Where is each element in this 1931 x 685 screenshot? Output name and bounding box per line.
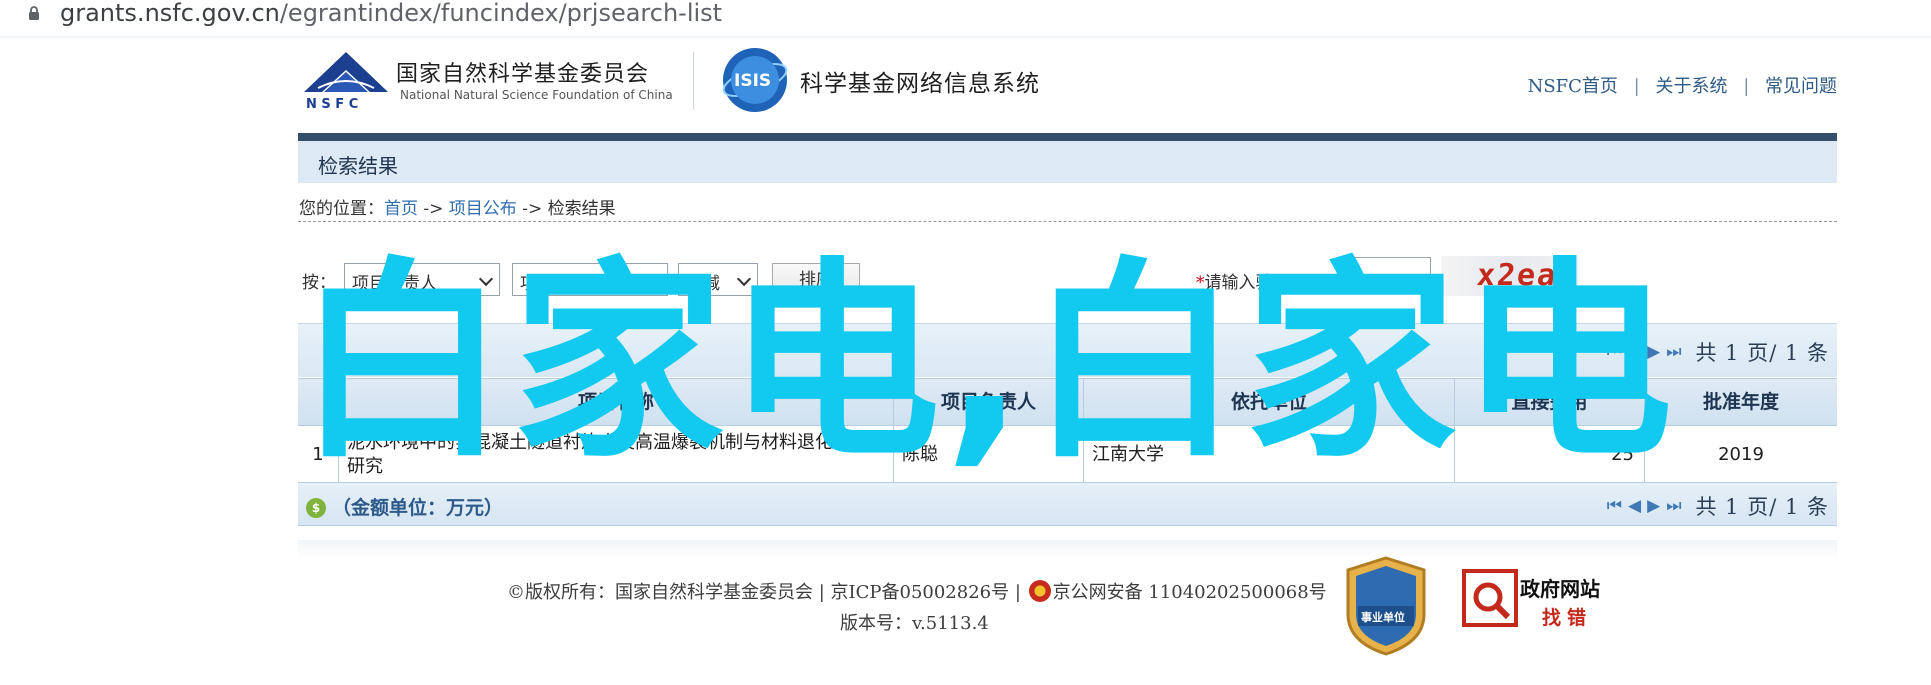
overlay-watermark-text: 白家电,白家电	[296, 239, 1677, 486]
nsfc-logo-text: N S F C	[306, 97, 358, 112]
breadcrumb-current: 检索结果	[547, 199, 616, 219]
lock-icon	[29, 6, 39, 20]
pager-nav-icons[interactable]: ⏮◀▶⏭	[1607, 496, 1688, 516]
isis-logo-icon[interactable]: ISIS	[720, 45, 790, 115]
url-domain: grants.nsfc.gov.cn	[60, 0, 280, 27]
money-icon: $	[306, 498, 326, 518]
institution-badge-text: 事业单位	[1361, 610, 1405, 624]
section-header: 检索结果	[298, 141, 1837, 183]
breadcrumb-home[interactable]: 首页	[384, 199, 418, 219]
breadcrumb-separator: ->	[418, 199, 449, 219]
isis-logo-text: ISIS	[734, 71, 771, 91]
breadcrumb-separator: ->	[516, 199, 548, 219]
breadcrumb-project-publish[interactable]: 项目公布	[449, 199, 517, 219]
pager-top-text: 共 1 页/ 1 条	[1695, 341, 1829, 365]
unit-note-text: （金额单位：万元）	[332, 497, 504, 519]
top-nav: NSFC首页 | 关于系统 | 常见问题	[1528, 72, 1837, 98]
pager-bottom: ⏮◀▶⏭ 共 1 页/ 1 条	[1607, 491, 1829, 521]
breadcrumb: 您的位置：首页 -> 项目公布 -> 检索结果	[299, 194, 616, 219]
address-bar[interactable]: grants.nsfc.gov.cn/egrantindex/funcindex…	[0, 0, 1931, 28]
police-badge-icon	[1028, 580, 1051, 602]
breadcrumb-prefix: 您的位置：	[299, 199, 384, 219]
gov-magnifier-icon	[1462, 569, 1518, 627]
police-record-text[interactable]: 京公网安备 11040202500068号	[1053, 582, 1327, 603]
section-title: 检索结果	[318, 154, 398, 178]
institution-badge-icon[interactable]: 事业单位	[1344, 556, 1428, 656]
version-label: 版本号：	[840, 613, 912, 634]
footer-divider	[298, 540, 1837, 560]
table-footer: $ （金额单位：万元） ⏮◀▶⏭ 共 1 页/ 1 条	[298, 483, 1837, 526]
gov-badge-sub: 找错	[1542, 607, 1593, 629]
nav-separator: |	[1743, 76, 1750, 97]
copyright-text: ©版权所有：国家自然科学基金委员会 | 京ICP备05002826号 |	[507, 582, 1027, 603]
gov-badge-title: 政府网站	[1520, 577, 1600, 601]
version-value: v.5113.4	[912, 613, 989, 634]
nsfc-home-link[interactable]: NSFC首页	[1528, 76, 1618, 97]
nav-separator: |	[1633, 76, 1640, 97]
pager-bottom-text: 共 1 页/ 1 条	[1695, 495, 1829, 519]
nsfc-logo-icon[interactable]: N S F C	[300, 48, 392, 112]
gov-site-badge[interactable]: 政府网站 找错	[1462, 563, 1617, 635]
org-name-cn: 国家自然科学基金委员会	[396, 62, 650, 87]
header-divider	[693, 52, 694, 110]
org-name-en: National Natural Science Foundation of C…	[400, 88, 673, 102]
dashed-divider	[298, 221, 1837, 222]
url-text[interactable]: grants.nsfc.gov.cn/egrantindex/funcindex…	[60, 0, 722, 26]
system-title: 科学基金网络信息系统	[800, 71, 1040, 97]
section-top-bar	[298, 133, 1837, 141]
unit-note: $ （金额单位：万元）	[306, 493, 503, 520]
version: 版本号：v.5113.4	[840, 609, 989, 635]
browser-divider	[0, 36, 1931, 40]
url-path: /egrantindex/funcindex/prjsearch-list	[279, 0, 723, 27]
about-system-link[interactable]: 关于系统	[1655, 76, 1727, 97]
copyright: ©版权所有：国家自然科学基金委员会 | 京ICP备05002826号 | 京公网…	[507, 578, 1327, 604]
faq-link[interactable]: 常见问题	[1765, 76, 1837, 97]
